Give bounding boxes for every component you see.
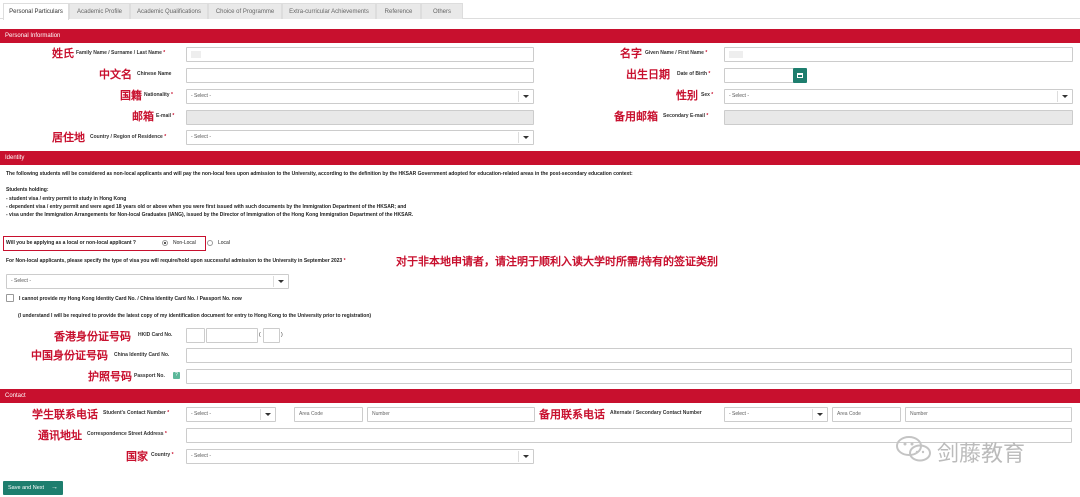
hkid-cn-label: 香港身份证号码: [54, 331, 131, 343]
chinese-name-label: Chinese Name: [137, 71, 172, 77]
student-phone-country-select[interactable]: - Select -: [186, 407, 276, 422]
alt-phone-cn-label: 备用联系电话: [539, 409, 605, 421]
country-select[interactable]: - Select -: [186, 449, 534, 464]
hkid-prefix-input[interactable]: [186, 328, 205, 343]
passport-label: Passport No.: [134, 373, 165, 379]
applicant-type-question: Will you be applying as a local or non-l…: [6, 240, 136, 246]
nationality-cn-label: 国籍: [120, 90, 142, 102]
secondary-email-label: Secondary E-mail *: [663, 113, 709, 119]
visa-type-select[interactable]: - Select -: [6, 274, 289, 289]
residence-cn-label: 居住地: [52, 132, 85, 144]
sex-label: Sex *: [701, 92, 714, 98]
local-label: Local: [218, 240, 230, 246]
section-contact: Contact: [0, 389, 1080, 403]
china-id-cn-label: 中国身份证号码: [31, 350, 108, 362]
cannot-provide-label: I cannot provide my Hong Kong Identity C…: [19, 296, 242, 302]
address-label: Correspondence Street Address *: [87, 431, 167, 437]
residence-select[interactable]: - Select -: [186, 130, 534, 145]
student-phone-number-input[interactable]: Number: [367, 407, 535, 422]
tab-academic-profile[interactable]: Academic Profile: [69, 3, 130, 19]
watermark: 剑藤教育: [895, 432, 1055, 468]
chevron-down-icon: [523, 136, 529, 139]
country-label: Country *: [151, 452, 174, 458]
nationality-label: Nationality *: [144, 92, 173, 98]
hkid-paren-open: (: [259, 332, 261, 338]
hkid-number-input[interactable]: [206, 328, 258, 343]
given-name-input[interactable]: [724, 47, 1073, 62]
alt-phone-country-select[interactable]: - Select -: [724, 407, 828, 422]
alt-phone-number-input[interactable]: Number: [905, 407, 1072, 422]
wechat-icon: [896, 436, 931, 462]
radio-non-local[interactable]: [162, 240, 168, 246]
chevron-down-icon: [817, 413, 823, 416]
hkid-label: HKID Card No.: [138, 332, 173, 338]
dob-label: Date of Birth *: [677, 71, 711, 77]
students-holding: Students holding:: [6, 187, 49, 193]
dob-cn-label: 出生日期: [626, 69, 670, 81]
visa-note-cn: 对于非本地申请者，请注明于顺利入读大学时所需/持有的签证类别: [396, 256, 719, 268]
understand-note: (I understand I will be required to prov…: [18, 313, 372, 319]
chevron-down-icon: [523, 455, 529, 458]
section-identity: Identity: [0, 151, 1080, 165]
student-phone-cn-label: 学生联系电话: [32, 409, 98, 421]
address-cn-label: 通讯地址: [38, 430, 82, 442]
section-personal-information: Personal Information: [0, 29, 1080, 43]
tab-bar: Personal Particulars Academic Profile Ac…: [0, 3, 1080, 20]
tab-academic-qualifications[interactable]: Academic Qualifications: [130, 3, 208, 19]
calendar-icon[interactable]: [793, 68, 807, 83]
radio-local[interactable]: [207, 240, 213, 246]
family-name-input[interactable]: [186, 47, 534, 62]
given-name-cn-label: 名字: [620, 48, 642, 60]
watermark-text: 剑藤教育: [937, 442, 1026, 467]
hkid-check-digit-input[interactable]: [263, 328, 280, 343]
info-icon[interactable]: ?: [173, 372, 180, 379]
chevron-down-icon: [265, 413, 271, 416]
email-label: E-mail *: [156, 113, 175, 119]
tab-reference[interactable]: Reference: [376, 3, 421, 19]
chinese-name-input[interactable]: [186, 68, 534, 83]
nationality-select[interactable]: - Select -: [186, 89, 534, 104]
bullet-3: - visa under the Immigration Arrangement…: [6, 212, 414, 218]
save-and-next-button[interactable]: Save and Next →: [3, 481, 63, 495]
bullet-1: - student visa / entry permit to study i…: [6, 196, 127, 202]
identity-intro: The following students will be considere…: [6, 171, 633, 177]
chinese-name-cn-label: 中文名: [99, 69, 132, 81]
tab-personal-particulars[interactable]: Personal Particulars: [3, 3, 69, 20]
given-name-label: Given Name / First Name *: [645, 50, 708, 56]
tab-others[interactable]: Others: [421, 3, 463, 19]
family-name-cn-label: 姓氏: [52, 48, 74, 60]
hkid-paren-close: ): [281, 332, 283, 338]
china-id-input[interactable]: [186, 348, 1072, 363]
tab-extra-curricular[interactable]: Extra-curricular Achievements: [282, 3, 376, 19]
student-phone-area-input[interactable]: Area Code: [294, 407, 363, 422]
bullet-2: - dependent visa / entry permit and were…: [6, 204, 407, 210]
secondary-email-cn-label: 备用邮箱: [614, 111, 658, 123]
passport-input[interactable]: [186, 369, 1072, 384]
alt-phone-label: Alternate / Secondary Contact Number: [610, 410, 702, 416]
chevron-down-icon: [278, 280, 284, 283]
country-cn-label: 国家: [126, 451, 148, 463]
arrow-right-icon: →: [51, 484, 58, 491]
china-id-label: China Identity Card No.: [114, 352, 170, 358]
student-phone-label: Student's Contact Number *: [103, 410, 170, 416]
residence-label: Country / Region of Residence *: [90, 134, 167, 140]
cannot-provide-checkbox[interactable]: [6, 294, 14, 302]
secondary-email-input[interactable]: [724, 110, 1073, 125]
sex-cn-label: 性别: [676, 90, 698, 102]
visa-label: For Non-local applicants, please specify…: [6, 258, 346, 264]
family-name-label: Family Name / Surname / Last Name *: [76, 50, 166, 56]
sex-select[interactable]: - Select -: [724, 89, 1073, 104]
email-cn-label: 邮箱: [132, 111, 154, 123]
passport-cn-label: 护照号码: [88, 371, 132, 383]
alt-phone-area-input[interactable]: Area Code: [832, 407, 901, 422]
email-input[interactable]: [186, 110, 534, 125]
dob-input[interactable]: [724, 68, 794, 83]
tab-choice-of-programme[interactable]: Choice of Programme: [208, 3, 282, 19]
non-local-label: Non-Local: [173, 240, 196, 246]
chevron-down-icon: [523, 95, 529, 98]
chevron-down-icon: [1062, 95, 1068, 98]
